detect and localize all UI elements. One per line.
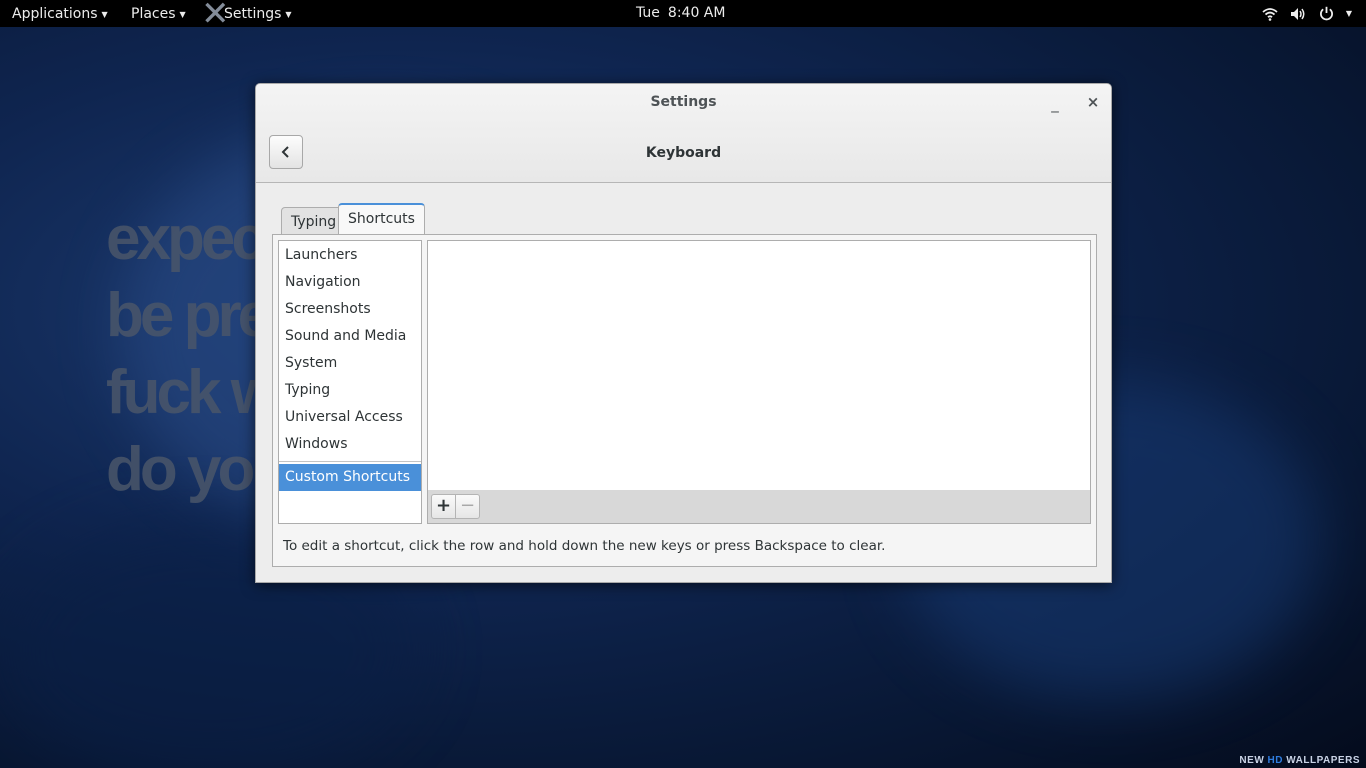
- wallpaper-text: expec be pre fuck w do yo: [106, 200, 279, 508]
- applications-menu[interactable]: Applications ▼: [12, 0, 108, 27]
- settings-app-menu-label: Settings: [224, 5, 282, 22]
- watermark-new: NEW: [1239, 755, 1265, 766]
- dropdown-arrow-icon: ▼: [101, 10, 108, 19]
- shortcuts-panel: Launchers Navigation Screenshots Sound a…: [272, 234, 1097, 567]
- shortcut-toolbar: + −: [428, 490, 1090, 523]
- category-windows[interactable]: Windows: [279, 431, 421, 458]
- tab-shortcuts[interactable]: Shortcuts: [338, 203, 425, 235]
- clock-day: Tue: [636, 5, 660, 21]
- category-system[interactable]: System: [279, 350, 421, 377]
- page-title: Keyboard: [645, 145, 722, 161]
- window-title: Settings: [650, 94, 717, 110]
- places-menu[interactable]: Places ▼: [131, 0, 186, 27]
- places-menu-label: Places: [131, 5, 176, 22]
- window-header: Settings _ × Keyboard: [256, 84, 1111, 183]
- add-shortcut-button[interactable]: +: [431, 494, 456, 519]
- wallpaper-text-line: expec: [106, 204, 266, 273]
- wallpaper-text-line: be pre: [106, 281, 272, 350]
- close-button[interactable]: ×: [1083, 92, 1103, 112]
- divider: [279, 461, 421, 462]
- wallpaper-text-line: fuck w: [106, 358, 279, 427]
- watermark-wallpapers: WALLPAPERS: [1286, 755, 1360, 766]
- category-navigation[interactable]: Navigation: [279, 269, 421, 296]
- wallpaper-watermark: NEW HD WALLPAPERS: [1239, 755, 1360, 766]
- power-icon[interactable]: [1319, 6, 1334, 21]
- system-tray[interactable]: ▼: [1262, 0, 1352, 27]
- watermark-hd: HD: [1267, 755, 1283, 766]
- shortcut-list[interactable]: [428, 241, 1090, 491]
- category-typing[interactable]: Typing: [279, 377, 421, 404]
- top-panel: Applications ▼ Places ▼ ✕ Settings ▼ Tue…: [0, 0, 1366, 31]
- dropdown-arrow-icon: ▼: [179, 10, 186, 19]
- wifi-icon[interactable]: [1262, 7, 1278, 21]
- shortcut-list-pane: + −: [427, 240, 1091, 524]
- clock[interactable]: Tue 8:40 AM: [636, 0, 725, 27]
- dropdown-arrow-icon: ▼: [285, 10, 292, 19]
- shortcut-category-list: Launchers Navigation Screenshots Sound a…: [278, 240, 422, 524]
- category-sound-and-media[interactable]: Sound and Media: [279, 323, 421, 350]
- clock-time: 8:40 AM: [667, 5, 726, 21]
- wallpaper-text-line: do yo: [106, 435, 255, 504]
- category-universal-access[interactable]: Universal Access: [279, 404, 421, 431]
- category-screenshots[interactable]: Screenshots: [279, 296, 421, 323]
- remove-shortcut-button[interactable]: −: [455, 494, 480, 519]
- hint-text: To edit a shortcut, click the row and ho…: [283, 538, 886, 554]
- tab-typing[interactable]: Typing: [281, 207, 347, 235]
- applications-menu-label: Applications: [12, 5, 98, 22]
- category-custom-shortcuts[interactable]: Custom Shortcuts: [279, 464, 421, 491]
- minimize-button[interactable]: _: [1045, 94, 1065, 114]
- settings-window: Settings _ × Keyboard Typing Shortcuts L…: [255, 83, 1112, 583]
- settings-app-menu[interactable]: ✕ Settings ▼: [201, 0, 292, 31]
- category-launchers[interactable]: Launchers: [279, 242, 421, 269]
- volume-icon[interactable]: [1290, 7, 1307, 21]
- dropdown-arrow-icon: ▼: [1345, 9, 1352, 18]
